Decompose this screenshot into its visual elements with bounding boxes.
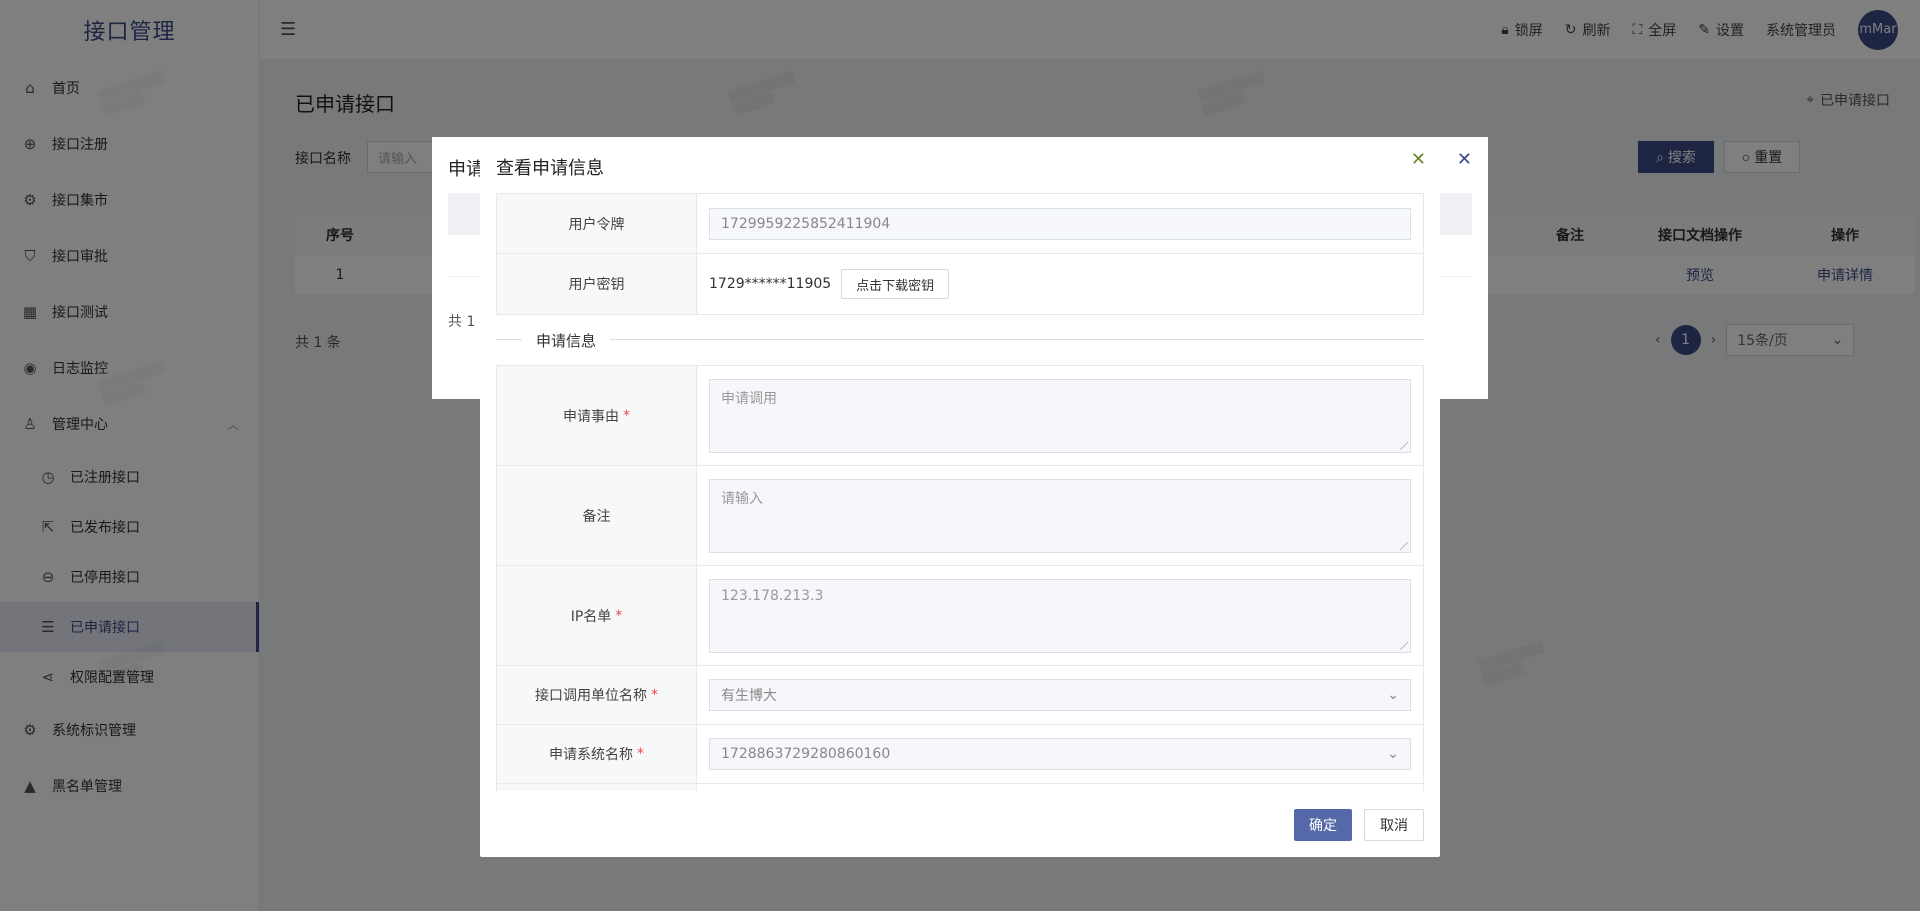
reason-label-text: 申请事由	[563, 408, 619, 425]
ip-label-text: IP名单	[570, 608, 612, 625]
system-value: 1728863729280860160	[721, 746, 891, 762]
ip-textarea: 123.178.213.3	[709, 578, 1411, 653]
unit-label-text: 接口调用单位名称	[535, 688, 647, 704]
required-mark: *	[637, 746, 644, 762]
cancel-button[interactable]: 取消	[1364, 809, 1424, 841]
token-label: 用户令牌	[497, 194, 697, 253]
background-total: 共 1	[448, 314, 476, 330]
unit-label: 接口调用单位名称 *	[497, 666, 697, 724]
background-dialog-title: 申请	[448, 159, 484, 180]
system-label-text: 申请系统名称	[549, 747, 633, 763]
secret-row: 用户密钥 1729******11905 点击下载密钥	[497, 254, 1423, 314]
reason-textarea: 申请调用	[709, 378, 1411, 453]
token-row: 用户令牌 1729959225852411904	[497, 194, 1423, 254]
remark-row: 备注 请输入	[497, 466, 1423, 566]
chevron-down-icon: ⌄	[1387, 746, 1399, 762]
section-title: 申请信息	[522, 329, 611, 351]
required-mark: *	[615, 607, 623, 624]
close-icon[interactable]: ✕	[1411, 149, 1426, 170]
unit-select: 有生博大 ⌄	[709, 679, 1411, 711]
application-table: 申请事由 * 申请调用 备注 请输入 IP名单 * 123.178.213.3 接口…	[496, 365, 1424, 791]
reason-row: 申请事由 * 申请调用	[497, 366, 1423, 466]
ip-row: IP名单 * 123.178.213.3	[497, 566, 1423, 666]
system-label: 申请系统名称 *	[497, 725, 697, 783]
reason-label: 申请事由 *	[497, 366, 697, 465]
modal-footer: 确定 取消	[1294, 809, 1424, 841]
required-mark: *	[623, 407, 630, 424]
required-mark: *	[651, 687, 658, 703]
unit-row: 接口调用单位名称 * 有生博大 ⌄	[497, 666, 1423, 725]
modal-body: 用户令牌 1729959225852411904 用户密钥 1729******…	[496, 193, 1424, 791]
secret-value: 1729******11905	[709, 276, 832, 292]
section-divider: 申请信息	[496, 315, 1424, 365]
next-row	[497, 784, 1423, 791]
view-application-modal: 查看申请信息 ✕ 用户令牌 1729959225852411904 用户密钥 1…	[480, 137, 1440, 857]
system-row: 申请系统名称 * 1728863729280860160 ⌄	[497, 725, 1423, 784]
remark-label: 备注	[497, 466, 697, 565]
download-secret-button[interactable]: 点击下载密钥	[841, 269, 950, 299]
token-field: 1729959225852411904	[709, 207, 1411, 240]
unit-value: 有生博大	[721, 688, 777, 704]
credential-table: 用户令牌 1729959225852411904 用户密钥 1729******…	[496, 193, 1424, 315]
system-select: 1728863729280860160 ⌄	[709, 738, 1411, 770]
close-icon[interactable]: ✕	[1457, 149, 1472, 170]
confirm-button[interactable]: 确定	[1294, 809, 1352, 841]
chevron-down-icon: ⌄	[1387, 687, 1399, 703]
modal-title: 查看申请信息	[496, 158, 604, 179]
secret-label: 用户密钥	[497, 254, 697, 314]
ip-label: IP名单 *	[497, 566, 697, 665]
remark-textarea: 请输入	[709, 478, 1411, 553]
